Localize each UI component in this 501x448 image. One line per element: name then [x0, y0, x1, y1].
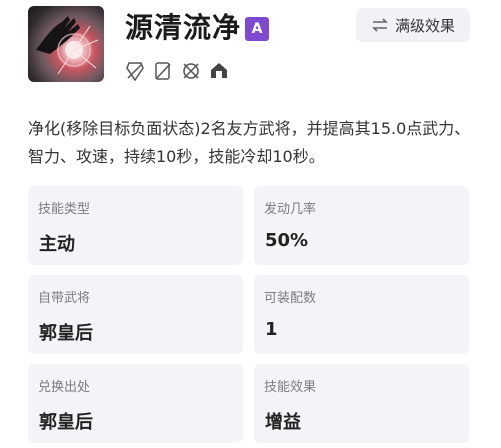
info-card-value: 郭皇后	[39, 412, 93, 433]
info-card-value: 主动	[39, 234, 75, 255]
info-card-value: 50%	[265, 230, 309, 251]
skill-portrait-icon	[28, 6, 104, 82]
tag-icon-1	[126, 62, 144, 82]
max-level-effect-label: 满级效果	[394, 16, 455, 35]
info-card-exchange-source: 兑换出处 郭皇后	[28, 364, 243, 443]
info-card-value: 郭皇后	[39, 323, 93, 344]
info-card-label: 可装配数	[264, 291, 317, 306]
skill-header: 源清流净 A 满级效果	[0, 0, 501, 100]
tag-icon-2	[155, 62, 171, 80]
skill-tags	[124, 60, 230, 82]
skill-description: 净化(移除目标负面状态)2名友方武将，并提高其15.0点武力、智力、攻速，持续1…	[28, 119, 471, 166]
swap-arrows-icon	[372, 18, 388, 32]
info-card-label: 技能类型	[38, 202, 91, 217]
info-card-skill-type: 技能类型 主动	[28, 186, 243, 265]
max-level-effect-button[interactable]: 满级效果	[356, 8, 470, 42]
info-card-trigger-rate: 发动几率 50%	[254, 186, 469, 265]
info-card-skill-effect: 技能效果 增益	[254, 364, 469, 443]
info-card-value: 增益	[265, 412, 301, 433]
info-card-innate-general: 自带武将 郭皇后	[28, 275, 243, 354]
skill-title: 源清流净	[125, 11, 242, 44]
info-card-label: 自带武将	[38, 291, 91, 306]
info-card-equip-count: 可装配数 1	[254, 275, 469, 354]
tag-icon-3	[183, 63, 199, 79]
info-card-label: 兑换出处	[38, 380, 91, 395]
tag-icon-4	[211, 63, 227, 78]
info-card-label: 发动几率	[264, 202, 317, 217]
grade-badge: A	[245, 17, 269, 41]
info-card-value: 1	[265, 319, 278, 340]
info-card-label: 技能效果	[264, 380, 317, 395]
